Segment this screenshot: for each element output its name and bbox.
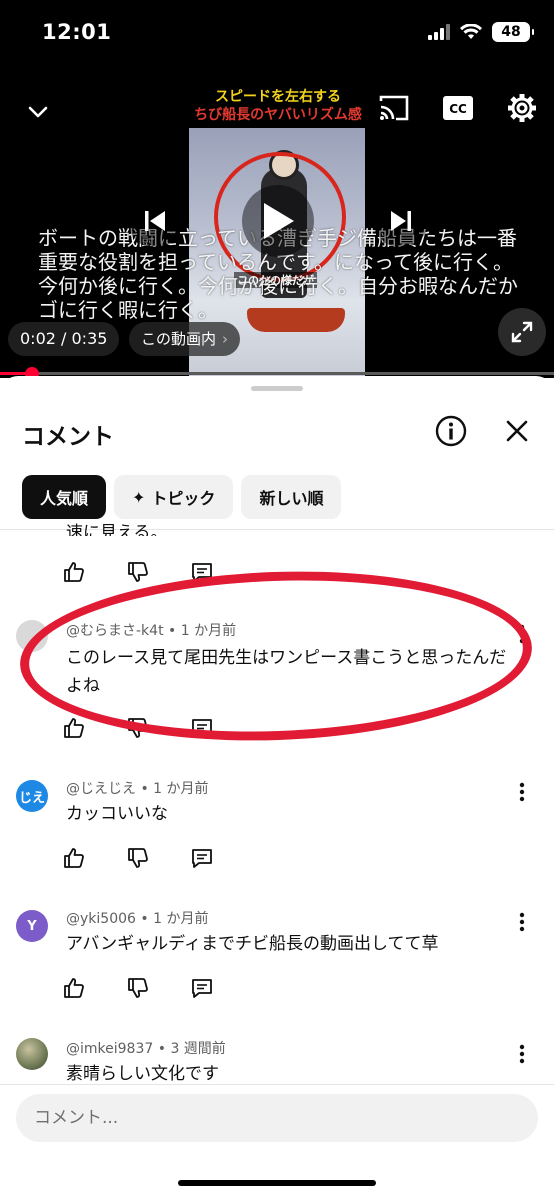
avatar[interactable]: Y xyxy=(16,910,48,942)
more-vertical-icon xyxy=(519,912,525,932)
cast-icon xyxy=(379,95,409,121)
chip-topics-label: トピック xyxy=(151,489,216,508)
comment-actions xyxy=(62,976,214,1000)
avatar-initials: じえ xyxy=(18,790,45,806)
battery-indicator: 48 xyxy=(492,22,534,42)
reply-icon[interactable] xyxy=(190,846,214,870)
partial-comment-text: 速に見える。 xyxy=(66,523,168,536)
reply-icon[interactable] xyxy=(190,976,214,1000)
gear-icon xyxy=(508,94,536,122)
skip-previous-icon xyxy=(145,211,165,231)
like-icon[interactable] xyxy=(62,716,86,740)
sparkle-icon: ✦ xyxy=(132,487,146,507)
play-icon xyxy=(264,203,294,239)
comment-author[interactable]: @yki5006 xyxy=(66,911,136,927)
comment-age: 1 か月前 xyxy=(153,781,209,797)
info-icon xyxy=(435,415,467,447)
status-icons: 48 xyxy=(428,22,534,42)
closed-captions-icon: CC xyxy=(443,96,473,120)
status-time: 12:01 xyxy=(42,20,112,44)
comment-text: カッコいいな xyxy=(66,804,168,824)
home-indicator[interactable] xyxy=(178,1180,376,1186)
comment-age: 3 週間前 xyxy=(170,1041,226,1057)
info-button[interactable] xyxy=(434,414,468,448)
comments-title: コメント xyxy=(22,424,114,450)
previous-button[interactable] xyxy=(128,194,182,248)
wifi-icon xyxy=(460,24,482,39)
more-options-button[interactable] xyxy=(512,1042,532,1066)
comment-meta: @imkei9837 • 3 週間前 xyxy=(66,1038,226,1058)
drag-handle[interactable] xyxy=(251,386,303,391)
comment-text: アバンギャルディまでチビ船長の動画出してて草 xyxy=(66,934,439,954)
video-player[interactable]: 12:01 48 スピードを左右する ちび船長のヤバいリズム感 このかの様だが … xyxy=(0,0,554,378)
avatar-initials: Y xyxy=(27,918,37,934)
more-options-button[interactable] xyxy=(512,780,532,804)
like-icon[interactable] xyxy=(62,976,86,1000)
video-time: 0:02 / 0:35 xyxy=(8,322,120,356)
comment-actions xyxy=(62,846,214,870)
comment-input[interactable]: コメント... xyxy=(16,1094,538,1142)
dislike-icon[interactable] xyxy=(126,560,150,584)
like-icon[interactable] xyxy=(62,560,86,584)
more-vertical-icon xyxy=(519,782,525,802)
comment-author[interactable]: @imkei9837 xyxy=(66,1041,153,1057)
video-title-line1: スピードを左右する xyxy=(215,89,341,105)
like-icon[interactable] xyxy=(62,846,86,870)
collapse-button[interactable] xyxy=(20,94,56,130)
video-burned-title: スピードを左右する ちび船長のヤバいリズム感 xyxy=(190,88,366,124)
cc-label: CC xyxy=(449,102,467,116)
skip-next-icon xyxy=(391,211,411,231)
settings-button[interactable] xyxy=(502,88,542,128)
play-button[interactable] xyxy=(242,185,314,257)
fullscreen-icon xyxy=(511,321,533,343)
meta-separator: • xyxy=(140,911,149,927)
progress-bar[interactable] xyxy=(0,372,554,375)
more-vertical-icon xyxy=(519,1044,525,1064)
comment-age: 1 か月前 xyxy=(153,911,209,927)
more-options-button[interactable] xyxy=(512,910,532,934)
fullscreen-button[interactable] xyxy=(498,308,546,356)
chevron-right-icon: › xyxy=(222,330,229,348)
meta-separator: • xyxy=(140,781,149,797)
cellular-signal-icon xyxy=(428,24,450,40)
comment-author[interactable]: @じえじえ xyxy=(66,781,136,797)
comment-meta: @じえじえ • 1 か月前 xyxy=(66,778,209,798)
chip-popular[interactable]: 人気順 xyxy=(22,475,107,519)
close-icon xyxy=(506,420,528,442)
chapter-button[interactable]: この動画内 › xyxy=(129,322,241,356)
avatar[interactable]: じえ xyxy=(16,780,48,812)
comment-meta: @yki5006 • 1 か月前 xyxy=(66,908,208,928)
video-title-line2: ちび船長のヤバいリズム感 xyxy=(190,106,366,124)
chip-topics[interactable]: ✦ トピック xyxy=(114,475,234,519)
captions-button[interactable]: CC xyxy=(440,90,476,126)
chevron-down-icon xyxy=(28,106,48,118)
close-button[interactable] xyxy=(500,414,534,448)
cast-button[interactable] xyxy=(376,90,412,126)
chip-newest[interactable]: 新しい順 xyxy=(241,475,342,519)
dislike-icon[interactable] xyxy=(126,846,150,870)
chip-newest-label: 新しい順 xyxy=(259,489,324,508)
chip-popular-label: 人気順 xyxy=(40,489,89,508)
chapter-label: この動画内 xyxy=(141,330,217,348)
comments-sheet: コメント 人気順 ✦ トピック 新しい順 速に見える。 @むらまさ-k4t • … xyxy=(0,376,554,1200)
dislike-icon[interactable] xyxy=(126,976,150,1000)
input-divider xyxy=(0,1084,554,1085)
sort-chips: 人気順 ✦ トピック 新しい順 xyxy=(22,475,342,519)
avatar[interactable] xyxy=(16,1038,48,1070)
meta-separator: • xyxy=(157,1041,166,1057)
hand-drawn-highlight-circle xyxy=(17,563,535,749)
next-button[interactable] xyxy=(374,194,428,248)
